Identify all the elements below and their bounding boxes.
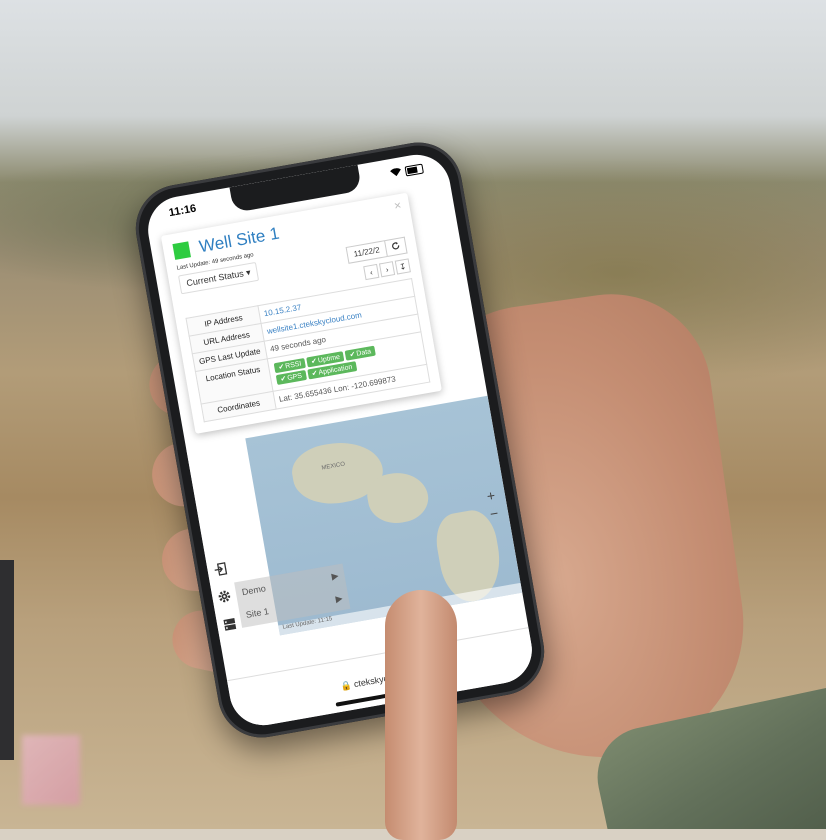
hand-thumb: [385, 590, 457, 840]
check-icon: ✔: [311, 369, 319, 378]
server-icon[interactable]: [220, 615, 239, 634]
status-time: 11:16: [167, 202, 198, 220]
next-button[interactable]: ›: [378, 261, 396, 278]
badge-label: Uptime: [317, 353, 341, 365]
site-list-item-label: Demo: [241, 583, 267, 598]
badge-label: RSSI: [284, 360, 303, 371]
badge-gps: ✔GPS: [275, 370, 307, 386]
site-popup: × Well Site 1 Last Update: 49 seconds ag…: [160, 192, 442, 434]
left-dark-strip: [0, 560, 14, 760]
wifi-icon: [390, 167, 403, 180]
badge-label: Application: [318, 363, 353, 377]
gear-icon[interactable]: [215, 587, 234, 606]
close-icon[interactable]: ×: [393, 198, 402, 213]
prev-button[interactable]: ‹: [363, 263, 380, 281]
expand-arrow-icon: ▶: [330, 570, 340, 582]
login-icon[interactable]: [210, 560, 229, 579]
map-zoom-controls: + −: [485, 486, 499, 523]
badge-label: Data: [355, 348, 372, 358]
date-input[interactable]: 11/22/2: [345, 240, 388, 264]
check-icon: ✔: [280, 375, 288, 384]
export-button[interactable]: ↧: [394, 258, 411, 275]
zoom-out-button[interactable]: −: [488, 504, 500, 523]
zoom-in-button[interactable]: +: [485, 486, 496, 505]
status-indicator: [172, 241, 191, 260]
check-icon: ✔: [277, 363, 285, 372]
battery-icon: [404, 163, 424, 177]
badge-label: GPS: [286, 372, 303, 383]
badge-data: ✔Data: [344, 345, 376, 361]
expand-arrow-icon: ▶: [334, 593, 344, 605]
status-icons: [390, 163, 424, 180]
site-list-item-label: Site 1: [245, 606, 270, 620]
ip-link[interactable]: 10.15.2.37: [263, 303, 302, 318]
refresh-icon: [392, 242, 400, 250]
blurred-flag: [22, 735, 80, 805]
refresh-button[interactable]: [384, 236, 408, 257]
